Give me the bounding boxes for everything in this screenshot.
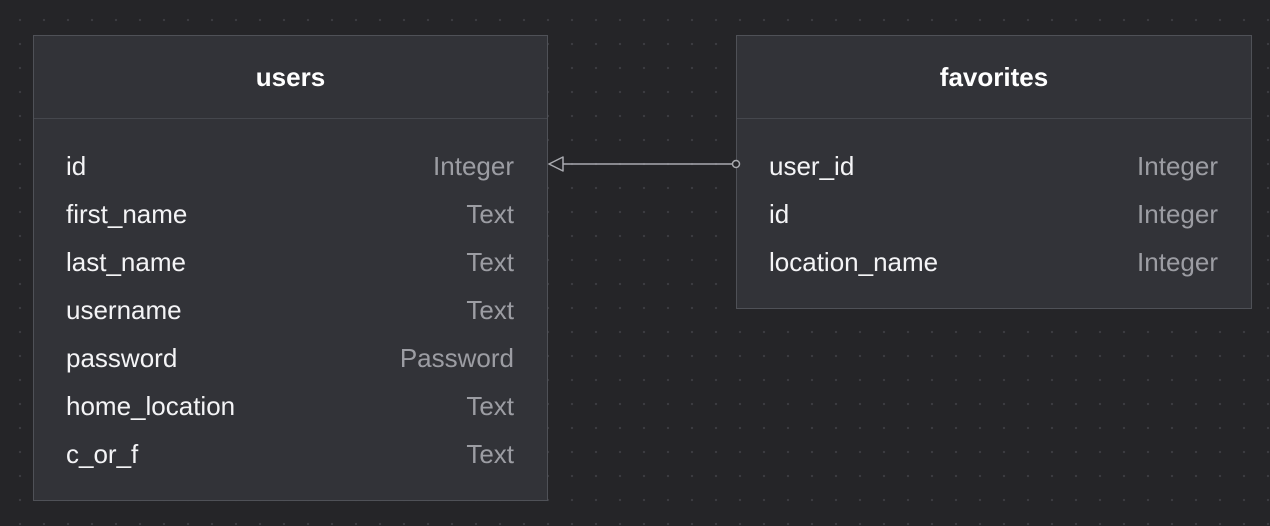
column-name: username [66, 294, 182, 325]
column-name: password [66, 342, 178, 373]
column-name: last_name [66, 246, 186, 277]
column-name: user_id [769, 150, 855, 181]
column-type: Integer [1137, 246, 1218, 277]
table-title: favorites [737, 36, 1251, 119]
column-type: Integer [433, 150, 514, 181]
column-row[interactable]: password Password [34, 334, 547, 382]
column-row[interactable]: first_name Text [34, 190, 547, 238]
column-name: first_name [66, 198, 188, 229]
column-row[interactable]: user_id Integer [737, 142, 1251, 190]
column-name: home_location [66, 390, 236, 421]
column-row[interactable]: id Integer [737, 190, 1251, 238]
column-row[interactable]: id Integer [34, 142, 547, 190]
column-type: Text [466, 390, 514, 421]
column-row[interactable]: username Text [34, 286, 547, 334]
column-row[interactable]: last_name Text [34, 238, 547, 286]
column-name: id [769, 198, 790, 229]
column-row[interactable]: home_location Text [34, 382, 547, 430]
table-users[interactable]: users id Integer first_name Text last_na… [33, 35, 548, 501]
table-title: users [34, 36, 547, 119]
column-row[interactable]: location_name Integer [737, 238, 1251, 286]
arrowhead-icon [548, 156, 564, 172]
column-type: Text [466, 246, 514, 277]
column-name: c_or_f [66, 438, 139, 469]
column-type: Integer [1137, 150, 1218, 181]
column-row[interactable]: c_or_f Text [34, 430, 547, 478]
column-type: Text [466, 198, 514, 229]
column-name: id [66, 150, 87, 181]
column-name: location_name [769, 246, 939, 277]
column-type: Text [466, 294, 514, 325]
column-list: user_id Integer id Integer location_name… [737, 119, 1251, 286]
column-type: Password [399, 342, 514, 373]
column-type: Text [466, 438, 514, 469]
table-favorites[interactable]: favorites user_id Integer id Integer loc… [736, 35, 1252, 309]
column-list: id Integer first_name Text last_name Tex… [34, 119, 547, 478]
column-type: Integer [1137, 198, 1218, 229]
